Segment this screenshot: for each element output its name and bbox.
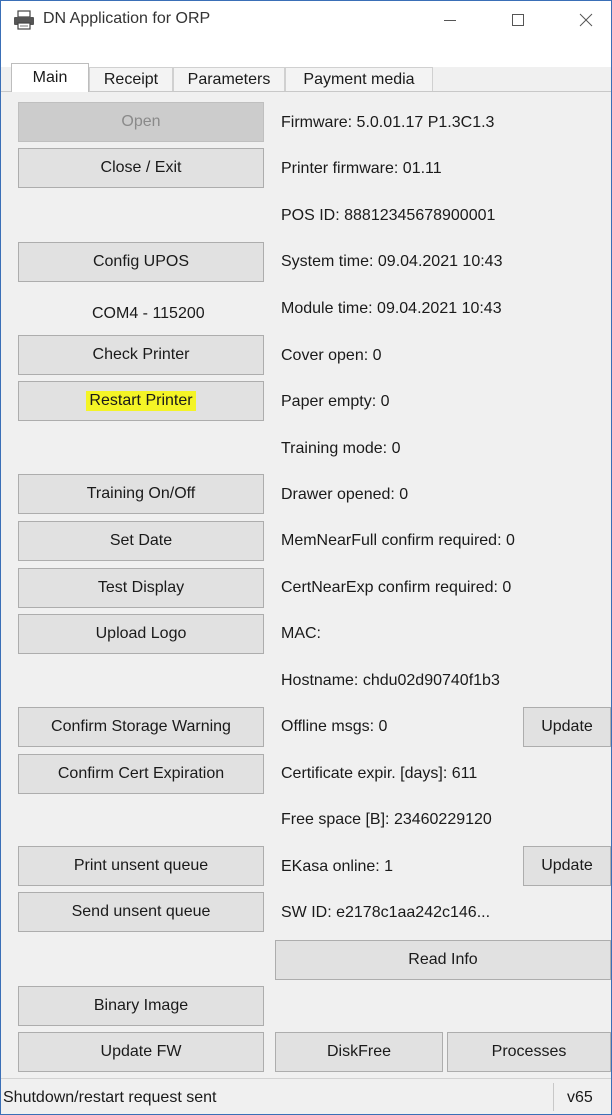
config-upos-button[interactable]: Config UPOS [18, 242, 264, 282]
printer-icon [14, 10, 34, 30]
close-exit-button[interactable]: Close / Exit [18, 148, 264, 188]
read-info-button[interactable]: Read Info [275, 940, 611, 980]
tab-parameters[interactable]: Parameters [173, 67, 285, 91]
module-time-label: Module time: 09.04.2021 10:43 [281, 300, 502, 317]
set-date-button[interactable]: Set Date [18, 521, 264, 561]
maximize-button[interactable] [495, 1, 541, 39]
app-window: DN Application for ORP Main Receipt Para… [0, 0, 612, 1115]
pos-id-label: POS ID: 88812345678900001 [281, 207, 496, 224]
free-space-label: Free space [B]: 23460229120 [281, 811, 492, 828]
maximize-icon [512, 14, 524, 26]
drawer-opened-label: Drawer opened: 0 [281, 486, 409, 503]
print-unsent-queue-button[interactable]: Print unsent queue [18, 846, 264, 886]
open-button[interactable]: Open [18, 102, 264, 142]
printer-firmware-label: Printer firmware: 01.11 [281, 160, 442, 177]
tab-payment-media[interactable]: Payment media [285, 67, 433, 91]
tab-bar [1, 39, 611, 67]
status-message: Shutdown/restart request sent [3, 1089, 217, 1106]
certnearexp-label: CertNearExp confirm required: 0 [281, 579, 512, 596]
status-bar: Shutdown/restart request sent v65 [1, 1078, 611, 1114]
tab-main[interactable]: Main [11, 63, 89, 92]
diskfree-button[interactable]: DiskFree [275, 1032, 443, 1072]
version-label: v65 [567, 1089, 593, 1106]
offline-msgs-label: Offline msgs: 0 [281, 718, 388, 735]
hostname-label: Hostname: chdu02d90740f1b3 [281, 672, 500, 689]
mac-label: MAC: [281, 625, 321, 642]
sw-id-label: SW ID: e2178c1aa242c146... [281, 904, 491, 921]
confirm-cert-expiration-button[interactable]: Confirm Cert Expiration [18, 754, 264, 794]
training-onoff-button[interactable]: Training On/Off [18, 474, 264, 514]
restart-printer-button[interactable]: Restart Printer [18, 381, 264, 421]
binary-image-button[interactable]: Binary Image [18, 986, 264, 1026]
status-divider [553, 1083, 554, 1111]
upload-logo-button[interactable]: Upload Logo [18, 614, 264, 654]
confirm-storage-warning-button[interactable]: Confirm Storage Warning [18, 707, 264, 747]
restart-printer-label: Restart Printer [86, 391, 196, 411]
close-icon [579, 13, 593, 27]
update-offline-button[interactable]: Update [523, 707, 611, 747]
system-time-label: System time: 09.04.2021 10:43 [281, 253, 503, 270]
tab-receipt[interactable]: Receipt [89, 67, 173, 91]
check-printer-button[interactable]: Check Printer [18, 335, 264, 375]
title-bar: DN Application for ORP [1, 1, 611, 39]
update-ekasa-button[interactable]: Update [523, 846, 611, 886]
send-unsent-queue-button[interactable]: Send unsent queue [18, 892, 264, 932]
cover-open-label: Cover open: 0 [281, 347, 382, 364]
paper-empty-label: Paper empty: 0 [281, 393, 390, 410]
update-fw-button[interactable]: Update FW [18, 1032, 264, 1072]
test-display-button[interactable]: Test Display [18, 568, 264, 608]
processes-button[interactable]: Processes [447, 1032, 611, 1072]
firmware-label: Firmware: 5.0.01.17 P1.3C1.3 [281, 114, 495, 131]
port-info-label: COM4 - 115200 [92, 305, 205, 322]
window-title: DN Application for ORP [43, 10, 211, 27]
training-mode-label: Training mode: 0 [281, 440, 401, 457]
cert-expir-label: Certificate expir. [days]: 611 [281, 765, 478, 782]
minimize-icon [444, 20, 456, 21]
memnearfull-label: MemNearFull confirm required: 0 [281, 532, 515, 549]
close-window-button[interactable] [563, 1, 609, 39]
ekasa-online-label: EKasa online: 1 [281, 858, 394, 875]
minimize-button[interactable] [427, 1, 473, 39]
